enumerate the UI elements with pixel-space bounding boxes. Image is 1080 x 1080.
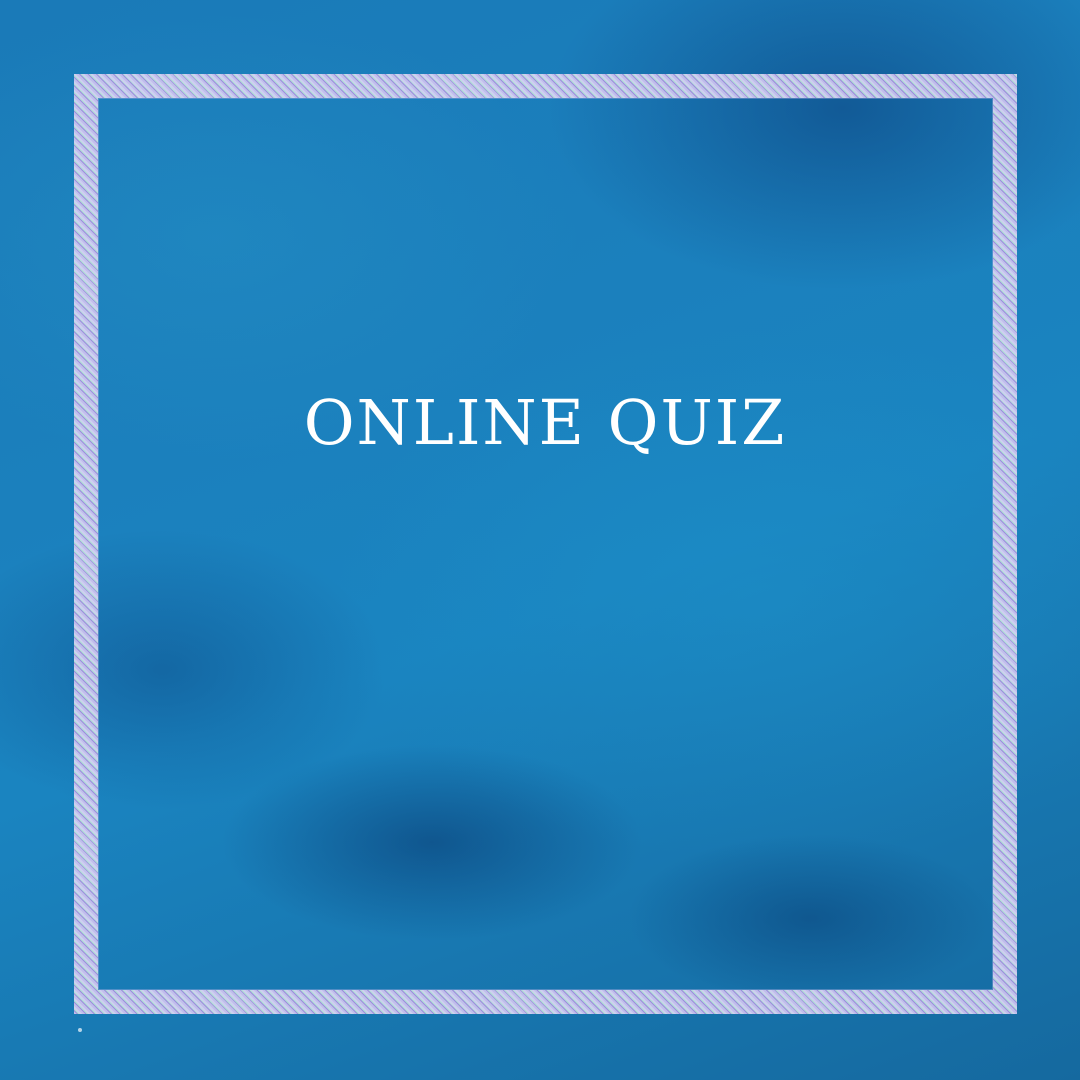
page-title: ONLINE QUIZ [303, 386, 787, 459]
light-speck [78, 1028, 82, 1032]
frame-inner-edge [98, 98, 993, 990]
ocean-background: ONLINE QUIZ [0, 0, 1080, 1080]
